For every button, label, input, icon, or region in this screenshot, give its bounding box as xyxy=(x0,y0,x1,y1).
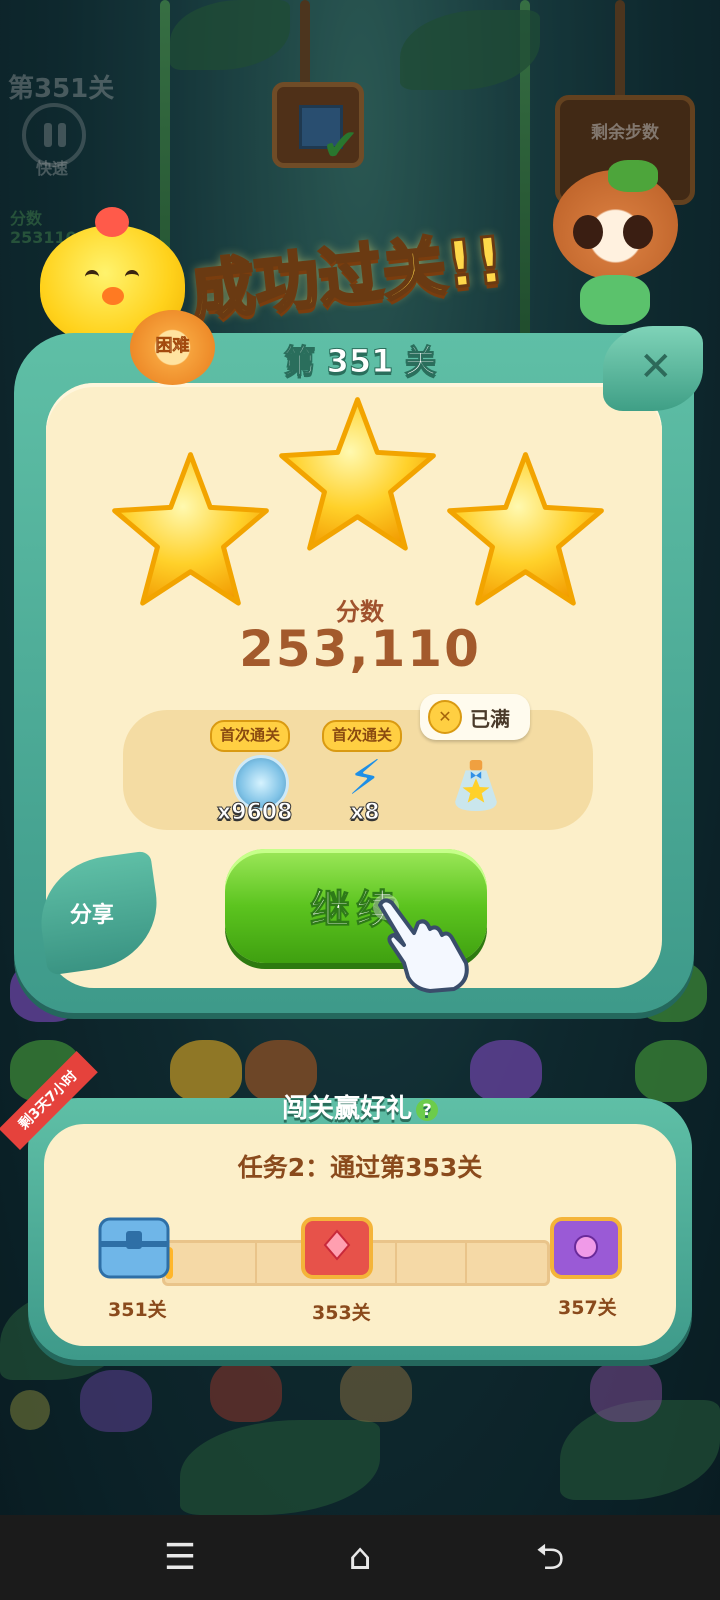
milestone-label: 351关 xyxy=(108,1299,167,1321)
lightning-icon: ⚡ xyxy=(348,750,382,806)
close-icon: ✕ xyxy=(639,344,673,390)
score-value: 253,110 xyxy=(239,620,481,678)
milestone-label: 353关 xyxy=(312,1302,371,1324)
full-icon: ✕ xyxy=(428,700,462,734)
first-clear-tag: 首次通关 xyxy=(210,720,291,752)
system-nav-bar: ☰ ⌂ ⮌ xyxy=(0,1515,720,1600)
level-complete-title: 成功过关!! xyxy=(186,222,550,335)
help-icon[interactable]: ? xyxy=(416,1098,438,1121)
red-chest-icon xyxy=(301,1217,373,1279)
coin-quantity: x9608 xyxy=(216,800,293,826)
tap-hand-icon xyxy=(373,894,469,993)
full-status-bubble: ✕ 已满 xyxy=(420,694,530,740)
raccoon-mascot xyxy=(548,160,688,325)
full-status-text: 已满 xyxy=(470,707,510,731)
close-button[interactable]: ✕ xyxy=(603,326,703,411)
progress-tick xyxy=(255,1243,257,1283)
difficulty-badge: 困难 xyxy=(130,310,215,385)
first-clear-tag: 首次通关 xyxy=(322,720,403,752)
home-icon[interactable]: ⌂ xyxy=(300,1515,420,1600)
star-icon xyxy=(279,397,436,551)
event-title: 闯关赢好礼? xyxy=(0,1088,720,1125)
mission-text: 任务2：通过第353关 xyxy=(237,1153,483,1182)
event-title-text: 闯关赢好礼 xyxy=(281,1094,412,1124)
purple-chest-icon xyxy=(550,1217,622,1279)
back-icon[interactable]: ⮌ xyxy=(490,1515,610,1600)
milestone-label: 357关 xyxy=(558,1297,617,1319)
star-icon xyxy=(112,452,269,606)
menu-icon[interactable]: ☰ xyxy=(120,1515,240,1600)
level-complete-text: 成功过关!! xyxy=(186,222,509,331)
lightning-quantity: x8 xyxy=(350,800,380,826)
star-potion-icon xyxy=(455,760,497,811)
star-icon xyxy=(447,452,604,606)
share-label: 分享 xyxy=(69,902,114,928)
progress-tick xyxy=(465,1243,467,1283)
blue-chest-icon xyxy=(98,1217,170,1279)
progress-tick xyxy=(395,1243,397,1283)
